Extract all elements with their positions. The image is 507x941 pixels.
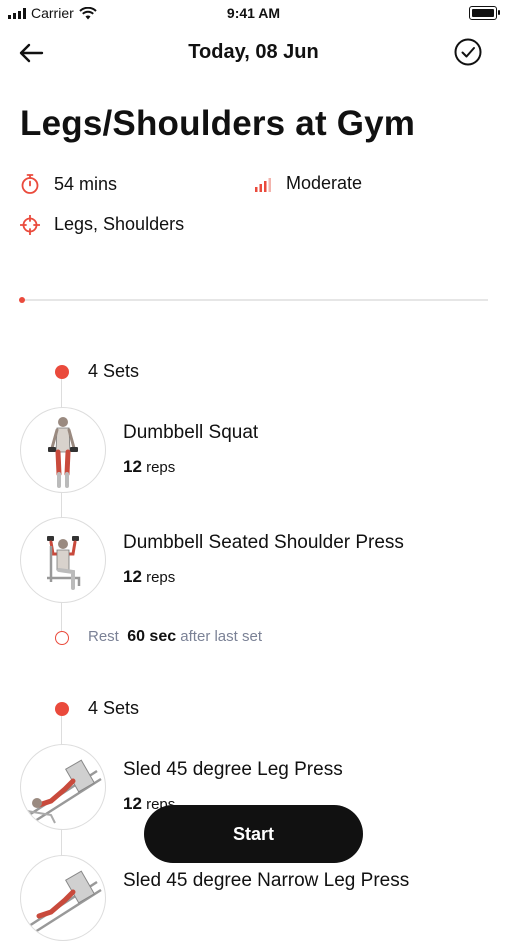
reps-value: 12 — [123, 567, 142, 586]
intensity-row: Moderate — [254, 173, 362, 194]
target-icon — [20, 214, 40, 235]
exercise-thumbnail[interactable] — [20, 744, 106, 830]
shoulder-press-figure-icon — [47, 536, 81, 590]
exercise-thumbnail[interactable] — [20, 855, 106, 941]
workout-title: Legs/Shoulders at Gym — [20, 104, 416, 143]
sets-label: 4 Sets — [88, 698, 140, 718]
stopwatch-icon — [21, 174, 39, 194]
exercise-reps: 12 reps — [123, 567, 175, 587]
leg-press-machine-icon — [26, 759, 102, 824]
duration-row: 54 mins — [20, 173, 117, 195]
rest-suffix: after last set — [180, 628, 262, 645]
muscles-row: Legs, Shoulders — [20, 214, 184, 235]
exercise-name[interactable]: Sled 45 degree Narrow Leg Press — [123, 870, 409, 892]
start-button[interactable]: Start — [144, 805, 363, 863]
battery-icon — [469, 6, 500, 20]
rest-marker — [55, 631, 69, 645]
reps-unit: reps — [146, 459, 176, 476]
intensity-text: Moderate — [286, 173, 363, 193]
intensity-bars-icon — [255, 177, 271, 192]
status-time: 9:41 AM — [226, 5, 281, 21]
reps-value: 12 — [123, 794, 142, 813]
exercise-name[interactable]: Sled 45 degree Leg Press — [123, 759, 343, 781]
status-bar: Carrier 9:41 AM — [0, 0, 507, 26]
exercise-reps: 12 reps — [123, 457, 175, 477]
reps-unit: reps — [146, 569, 176, 586]
exercise-name[interactable]: Dumbbell Seated Shoulder Press — [123, 532, 404, 554]
duration-text: 54 mins — [54, 173, 118, 194]
dumbbell-squat-figure-icon — [48, 417, 78, 488]
exercise-name[interactable]: Dumbbell Squat — [123, 422, 258, 444]
complete-check-icon[interactable] — [453, 37, 483, 67]
progress-indicator — [19, 297, 25, 303]
page-title: Today, 08 Jun — [188, 41, 319, 63]
muscles-text: Legs, Shoulders — [54, 214, 185, 234]
set-marker — [55, 365, 69, 379]
sets-label: 4 Sets — [88, 361, 140, 381]
nav-bar: Today, 08 Jun — [0, 30, 507, 74]
reps-value: 12 — [123, 457, 142, 476]
exercise-thumbnail[interactable] — [20, 407, 106, 493]
set-marker — [55, 702, 69, 716]
exercise-thumbnail[interactable] — [20, 517, 106, 603]
rest-value: 60 sec — [127, 628, 177, 645]
rest-prefix: Rest — [88, 628, 119, 645]
rest-info: Rest 60 sec after last set — [88, 628, 262, 646]
narrow-leg-press-machine-icon — [28, 870, 102, 934]
workout-progress-bar — [19, 297, 488, 303]
